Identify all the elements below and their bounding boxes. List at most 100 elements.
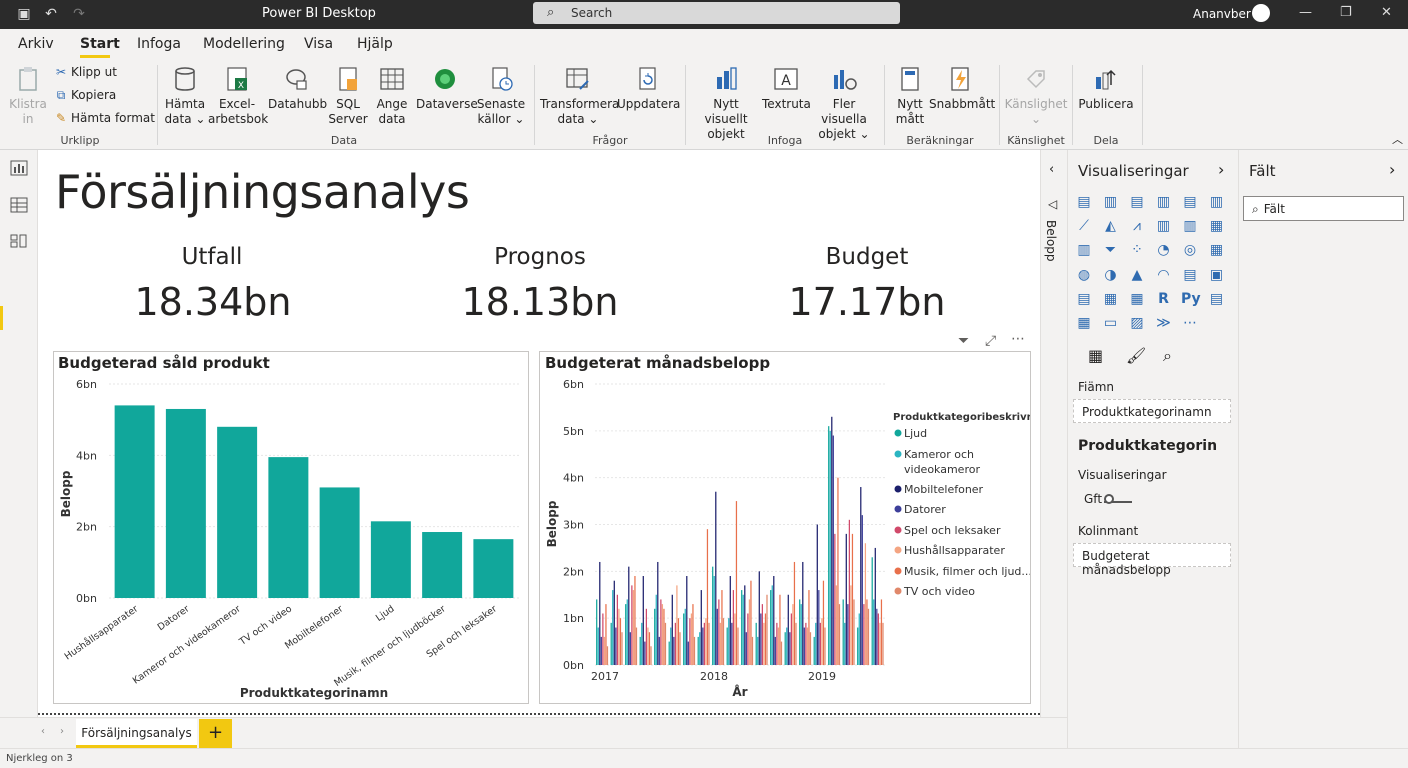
tab-arkiv[interactable]: Arkiv xyxy=(18,36,54,52)
user-name[interactable]: Ananvber xyxy=(1193,7,1251,21)
publish-button[interactable]: Publicera xyxy=(1077,65,1135,112)
area-chart-icon[interactable]: ◭ xyxy=(1102,218,1120,234)
fields-search-input[interactable]: ⌕ Fält xyxy=(1243,196,1404,221)
more-visuals-button[interactable]: Fler visuella objekt ⌄ xyxy=(812,65,876,142)
filled-map-icon[interactable]: ◑ xyxy=(1102,267,1120,283)
refresh-button[interactable]: Uppdatera xyxy=(617,65,680,112)
tab-visa[interactable]: Visa xyxy=(304,36,333,52)
dataverse-button[interactable]: Dataverse xyxy=(416,65,478,112)
cut-button[interactable]: ✂ Klipp ut xyxy=(54,65,117,79)
tab-start[interactable]: Start xyxy=(80,36,120,52)
close-icon[interactable]: ✕ xyxy=(1381,5,1392,20)
kpi-value-budget[interactable]: 17.17bn xyxy=(747,280,987,324)
narrative-icon[interactable]: ▨ xyxy=(1128,315,1146,331)
column xyxy=(863,604,865,665)
python-icon[interactable]: Py xyxy=(1181,291,1201,307)
100-column-icon[interactable]: ▥ xyxy=(1208,194,1226,210)
card-icon[interactable]: ▤ xyxy=(1181,267,1199,283)
recent-sources-button[interactable]: Senaste källor ⌄ xyxy=(476,65,526,127)
chevron-left-icon[interactable]: ‹ xyxy=(1049,162,1054,177)
sensitivity-button[interactable]: Känslighet ⌄ xyxy=(1004,65,1068,127)
pie-icon[interactable]: ◔ xyxy=(1155,242,1173,258)
redo-icon[interactable]: ↷ xyxy=(71,6,87,22)
clustered-column-icon[interactable]: ▥ xyxy=(1155,194,1173,210)
prev-page-icon[interactable]: ‹ xyxy=(41,726,45,737)
minimize-icon[interactable]: — xyxy=(1299,5,1312,20)
add-page-button[interactable]: + xyxy=(199,719,232,748)
treemap-icon[interactable]: ▦ xyxy=(1208,242,1226,258)
textbox-button[interactable]: A Textruta xyxy=(762,65,811,112)
gauge-icon[interactable]: ◠ xyxy=(1155,267,1173,283)
new-measure-button[interactable]: Nytt mått xyxy=(891,65,929,127)
search-box[interactable]: ⌕ Search xyxy=(533,2,900,24)
fields-tab-icon[interactable]: ▦ xyxy=(1088,346,1103,365)
datahub-button[interactable]: Datahubb xyxy=(268,65,327,112)
format-painter-button[interactable]: ✎ Hämta format xyxy=(54,111,155,125)
get-data-button[interactable]: Hämta data ⌄ xyxy=(162,65,208,127)
qa-icon[interactable]: ▭ xyxy=(1102,315,1120,331)
key-influencers-icon[interactable]: ▤ xyxy=(1208,291,1226,307)
filter-icon[interactable]: ⏷ xyxy=(958,333,969,349)
save-icon[interactable]: ▣ xyxy=(16,6,32,22)
ribbon-chart-icon[interactable]: ▦ xyxy=(1208,218,1226,234)
tab-modellering[interactable]: Modellering xyxy=(203,36,285,52)
funnel-icon[interactable]: ⏷ xyxy=(1102,242,1120,258)
more-options-icon[interactable]: ⋯ xyxy=(1011,331,1025,347)
new-visual-button[interactable]: Nytt visuellt objekt xyxy=(692,65,760,142)
donut-icon[interactable]: ◎ xyxy=(1181,242,1199,258)
undo-icon[interactable]: ↶ xyxy=(43,6,59,22)
r-visual-icon[interactable]: R xyxy=(1155,291,1173,307)
filters-collapsed-pane[interactable]: ‹ ◁ Belopp xyxy=(1040,150,1067,748)
chevron-right-icon[interactable]: › xyxy=(1389,160,1395,179)
model-view-icon[interactable] xyxy=(10,233,28,249)
column xyxy=(645,608,647,665)
next-page-icon[interactable]: › xyxy=(60,726,64,737)
kpi-value-prognos[interactable]: 18.13bn xyxy=(420,280,660,324)
line-column-icon[interactable]: ▥ xyxy=(1155,218,1173,234)
report-view-icon[interactable] xyxy=(10,160,28,176)
ribbon-separator xyxy=(999,65,1000,145)
restore-icon[interactable]: ❐ xyxy=(1340,5,1352,20)
enter-data-button[interactable]: Ange data xyxy=(372,65,412,127)
quick-measure-button[interactable]: Snabbmått xyxy=(929,65,995,112)
stacked-area-icon[interactable]: ⩘ xyxy=(1128,218,1146,234)
line-chart-icon[interactable]: ⟋ xyxy=(1075,218,1093,234)
100-bar-icon[interactable]: ▤ xyxy=(1181,194,1199,210)
tab-infoga[interactable]: Infoga xyxy=(137,36,181,52)
toggle-switch[interactable] xyxy=(1104,494,1132,504)
focus-mode-icon[interactable]: ⤢ xyxy=(985,333,996,349)
line-clustered-icon[interactable]: ▥ xyxy=(1181,218,1199,234)
slicer-icon[interactable]: ▦ xyxy=(1102,291,1120,307)
clustered-bar-icon[interactable]: ▤ xyxy=(1128,194,1146,210)
copy-button[interactable]: ⧉ Kopiera xyxy=(54,88,117,103)
chevron-right-icon[interactable]: › xyxy=(1218,160,1224,179)
paste-button[interactable]: Klistra in xyxy=(6,65,50,127)
dataverse-icon xyxy=(435,69,455,89)
avatar[interactable] xyxy=(1252,4,1270,22)
sql-button[interactable]: SQL Server xyxy=(327,65,369,127)
page-tab-forsaljningsanalys[interactable]: Försäljningsanalys xyxy=(76,719,197,748)
table-icon[interactable]: ▦ xyxy=(1128,291,1146,307)
stacked-column-icon[interactable]: ▥ xyxy=(1102,194,1120,210)
format-tab-icon[interactable]: 🖌 xyxy=(1126,346,1146,365)
more-visuals-icon[interactable]: ⋯ xyxy=(1181,315,1199,331)
decomposition-icon[interactable]: ▦ xyxy=(1075,315,1093,331)
scatter-icon[interactable]: ⁘ xyxy=(1128,242,1146,258)
kpi-value-utfall[interactable]: 18.34bn xyxy=(93,280,333,324)
values-field-well[interactable]: Budgeterat månadsbelopp xyxy=(1073,543,1231,577)
tab-hjalp[interactable]: Hjälp xyxy=(357,36,393,52)
stacked-bar-icon[interactable]: ▤ xyxy=(1075,194,1093,210)
waterfall-icon[interactable]: ▥ xyxy=(1075,242,1093,258)
analytics-tab-icon[interactable]: ⌕ xyxy=(1163,346,1172,366)
kpi-icon[interactable]: ▤ xyxy=(1075,291,1093,307)
azure-map-icon[interactable]: ▲ xyxy=(1128,267,1146,283)
table-view-icon[interactable] xyxy=(10,197,28,213)
paginated-icon[interactable]: ≫ xyxy=(1155,315,1173,331)
map-icon[interactable]: ◍ xyxy=(1075,267,1093,283)
axis-field-well[interactable]: Produktkategorinamn xyxy=(1073,399,1231,423)
transform-data-button[interactable]: Transformera data ⌄ xyxy=(540,65,619,127)
multirow-card-icon[interactable]: ▣ xyxy=(1208,267,1226,283)
legend-label: Hushållsapparater xyxy=(904,544,1005,557)
collapse-ribbon-icon[interactable]: ︿ xyxy=(1392,131,1403,147)
excel-button[interactable]: X Excel-arbetsbok xyxy=(208,65,268,127)
